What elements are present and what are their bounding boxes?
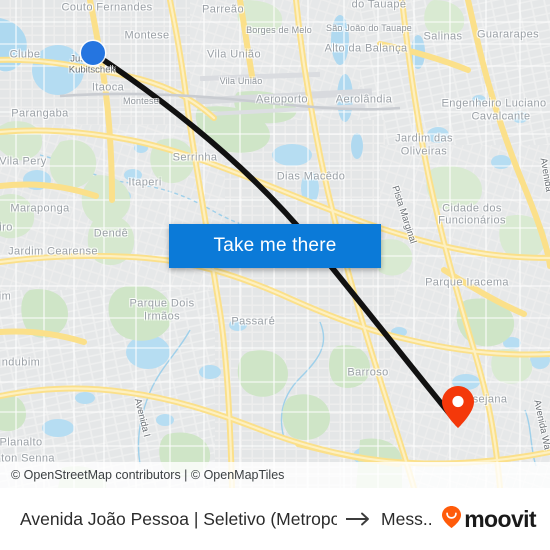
map-canvas[interactable]: Couto Fernandes Parreão do Tauapé Clube Mont… <box>0 0 550 488</box>
take-me-there-button[interactable]: Take me there <box>169 224 381 268</box>
route-destination-label: Mess... <box>381 508 434 529</box>
moovit-route-card: Couto Fernandes Parreão do Tauapé Clube Mont… <box>0 0 550 550</box>
moovit-pin-icon <box>441 505 462 534</box>
arrow-right-icon <box>346 512 372 526</box>
origin-marker[interactable] <box>81 41 105 65</box>
destination-marker[interactable] <box>441 385 475 429</box>
route-bottom-bar: Avenida João Pessoa | Seletivo (Metropol… <box>0 488 550 550</box>
route-summary[interactable]: Avenida João Pessoa | Seletivo (Metropol… <box>20 509 433 530</box>
map-attribution: © OpenStreetMap contributors | © OpenMap… <box>0 462 550 488</box>
route-origin-label: Avenida João Pessoa | Seletivo (Metropol… <box>20 508 338 529</box>
moovit-logo[interactable]: moovit <box>441 505 537 534</box>
moovit-wordmark: moovit <box>464 505 536 532</box>
